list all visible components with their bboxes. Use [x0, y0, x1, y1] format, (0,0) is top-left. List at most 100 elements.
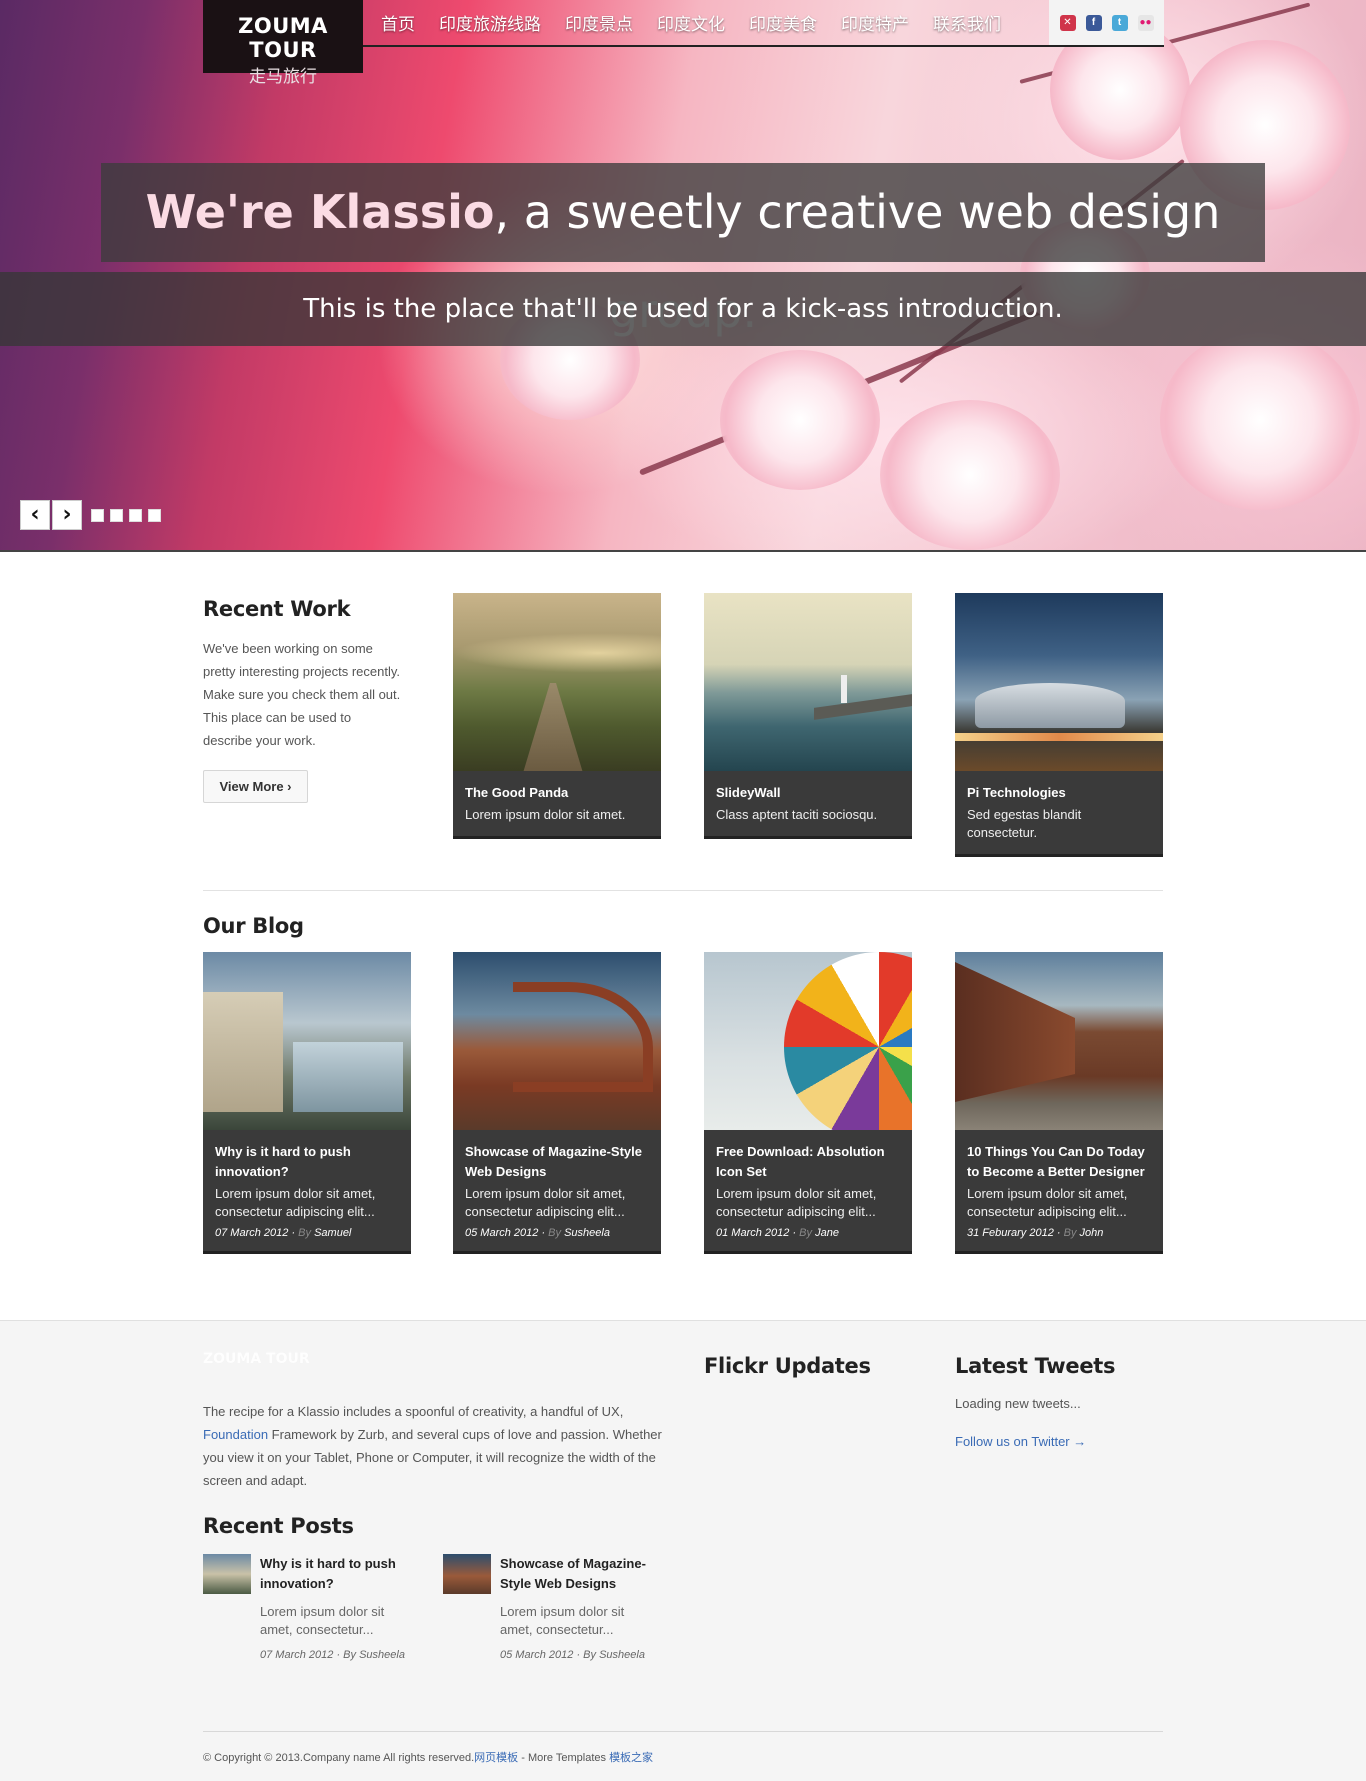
recent-post-meta: 05 March 2012 · By Susheela [500, 1649, 645, 1661]
recent-post-desc: Lorem ipsum dolor sit amet, consectetur.… [500, 1604, 625, 1637]
recent-work-heading: Recent Work [203, 597, 351, 621]
view-more-button[interactable]: View More › [203, 770, 308, 803]
our-blog-heading: Our Blog [203, 914, 304, 938]
facebook-icon[interactable]: f [1085, 14, 1102, 31]
copyright: © Copyright © 2013.Company name All righ… [203, 1749, 653, 1765]
blog-desc: Lorem ipsum dolor sit amet, consectetur … [967, 1186, 1128, 1219]
slider-prev-button[interactable]: ‹ [20, 500, 50, 530]
hero-subtitle: This is the place that'll be used for a … [0, 272, 1366, 346]
slider-dot[interactable] [129, 509, 142, 522]
blog-image-parachute [704, 952, 912, 1130]
slider-dot[interactable] [91, 509, 104, 522]
section-divider [203, 890, 1163, 891]
footer-logo[interactable]: ZOUMA TOUR [203, 1351, 310, 1367]
work-desc: Lorem ipsum dolor sit amet. [465, 807, 626, 822]
about-text: The recipe for a Klassio includes a spoo… [203, 1404, 624, 1419]
template-link[interactable]: 网页模板 [474, 1752, 518, 1764]
blog-author[interactable]: Samuel [314, 1227, 351, 1239]
slider-next-button[interactable]: › [52, 500, 82, 530]
blog-meta: 01 March 2012 · By Jane [716, 1227, 839, 1239]
work-card[interactable]: Pi Technologies Sed egestas blandit cons… [955, 593, 1163, 857]
recent-work-intro: We've been working on some pretty intere… [203, 641, 401, 748]
recent-post-author[interactable]: Susheela [359, 1649, 405, 1661]
twitter-icon[interactable]: t [1111, 14, 1128, 31]
blog-date: 01 March 2012 [716, 1227, 790, 1239]
hero-divider [0, 550, 1366, 552]
work-title: The Good Panda [465, 785, 569, 800]
blog-image-modern-building [203, 952, 411, 1130]
site-logo[interactable]: ZOUMA TOUR 走马旅行 [203, 0, 363, 87]
nav-item-food[interactable]: 印度美食 [749, 10, 817, 35]
blog-meta: 05 March 2012 · By Susheela [465, 1227, 610, 1239]
recent-post-thumbnail [203, 1554, 251, 1594]
blog-card[interactable]: Free Download: Absolution Icon Set Lorem… [704, 952, 912, 1254]
logo-subtext: 走马旅行 [249, 67, 317, 87]
nav-item-routes[interactable]: 印度旅游线路 [439, 10, 541, 35]
blossom [880, 400, 1060, 550]
flickr-heading: Flickr Updates [704, 1354, 871, 1378]
blog-date: 05 March 2012 [465, 1227, 539, 1239]
blog-desc: Lorem ipsum dolor sit amet, consectetur … [215, 1186, 376, 1219]
by-label: By [1063, 1227, 1077, 1239]
blog-desc: Lorem ipsum dolor sit amet, consectetur … [465, 1186, 626, 1219]
work-image-country-road [453, 593, 661, 771]
hero-headline-highlight: We're Klassio [145, 185, 495, 239]
slider-dot[interactable] [110, 509, 123, 522]
nav-item-contact[interactable]: 联系我们 [933, 10, 1001, 35]
blog-meta: 07 March 2012 · By Samuel [215, 1227, 352, 1239]
flickr-icon[interactable]: ●● [1137, 14, 1154, 31]
blog-date: 07 March 2012 [215, 1227, 289, 1239]
recent-post-desc: Lorem ipsum dolor sit amet, consectetur.… [260, 1604, 385, 1637]
nav-item-specialties[interactable]: 印度特产 [841, 10, 909, 35]
by-label: By [583, 1649, 597, 1661]
hero-headline: We're Klassio, a sweetly creative web de… [101, 163, 1265, 338]
blog-author[interactable]: John [1080, 1227, 1104, 1239]
blog-image-brick-street [955, 952, 1163, 1130]
uk-flag-icon[interactable]: ✕ [1059, 14, 1076, 31]
by-label: By [343, 1649, 357, 1661]
recent-post-date: 07 March 2012 [260, 1649, 334, 1661]
work-card[interactable]: The Good Panda Lorem ipsum dolor sit ame… [453, 593, 661, 839]
work-desc: Class aptent taciti sociosqu. [716, 807, 878, 822]
by-label: By [548, 1227, 562, 1239]
work-image-lighthouse [704, 593, 912, 771]
footer-about: The recipe for a Klassio includes a spoo… [203, 1400, 663, 1492]
recent-post-title[interactable]: Why is it hard to push innovation? [260, 1554, 430, 1594]
slider-dot[interactable] [148, 509, 161, 522]
blossom [1160, 330, 1360, 510]
blog-card[interactable]: Why is it hard to push innovation? Lorem… [203, 952, 411, 1254]
blog-title: Free Download: Absolution Icon Set [716, 1144, 885, 1179]
about-text: Framework by Zurb, and several cups of l… [203, 1427, 662, 1488]
nav-item-culture[interactable]: 印度文化 [657, 10, 725, 35]
recent-posts-heading: Recent Posts [203, 1514, 354, 1538]
blog-title: Why is it hard to push innovation? [215, 1144, 351, 1179]
work-title: Pi Technologies [967, 785, 1066, 800]
main-nav: 首页 印度旅游线路 印度景点 印度文化 印度美食 印度特产 联系我们 [363, 0, 1049, 47]
blog-image-brick-ruins [453, 952, 661, 1130]
blog-meta: 31 Feburary 2012 · By John [967, 1227, 1104, 1239]
footer-divider [203, 1731, 1163, 1732]
blog-author[interactable]: Susheela [564, 1227, 610, 1239]
blog-card[interactable]: Showcase of Magazine-Style Web Designs L… [453, 952, 661, 1254]
work-desc: Sed egestas blandit consectetur. [967, 807, 1082, 840]
work-title: SlideyWall [716, 785, 781, 800]
blog-card[interactable]: 10 Things You Can Do Today to Become a B… [955, 952, 1163, 1254]
recent-post-thumbnail [443, 1554, 491, 1594]
copyright-text: - More Templates [518, 1752, 610, 1764]
by-label: By [298, 1227, 312, 1239]
template-home-link[interactable]: 模板之家 [609, 1752, 653, 1764]
copyright-text: © Copyright © 2013.Company name All righ… [203, 1752, 475, 1764]
blog-author[interactable]: Jane [815, 1227, 839, 1239]
nav-item-attractions[interactable]: 印度景点 [565, 10, 633, 35]
recent-post-date: 05 March 2012 [500, 1649, 574, 1661]
blog-date: 31 Feburary 2012 [967, 1227, 1054, 1239]
tweets-heading: Latest Tweets [955, 1354, 1116, 1378]
blog-title: 10 Things You Can Do Today to Become a B… [967, 1144, 1145, 1179]
foundation-link[interactable]: Foundation [203, 1427, 268, 1442]
follow-twitter-link[interactable]: Follow us on Twitter → [955, 1434, 1086, 1449]
nav-item-home[interactable]: 首页 [381, 10, 415, 35]
recent-post-title[interactable]: Showcase of Magazine-Style Web Designs [500, 1554, 670, 1594]
recent-post-author[interactable]: Susheela [599, 1649, 645, 1661]
blossom [720, 350, 880, 490]
work-card[interactable]: SlideyWall Class aptent taciti sociosqu. [704, 593, 912, 839]
